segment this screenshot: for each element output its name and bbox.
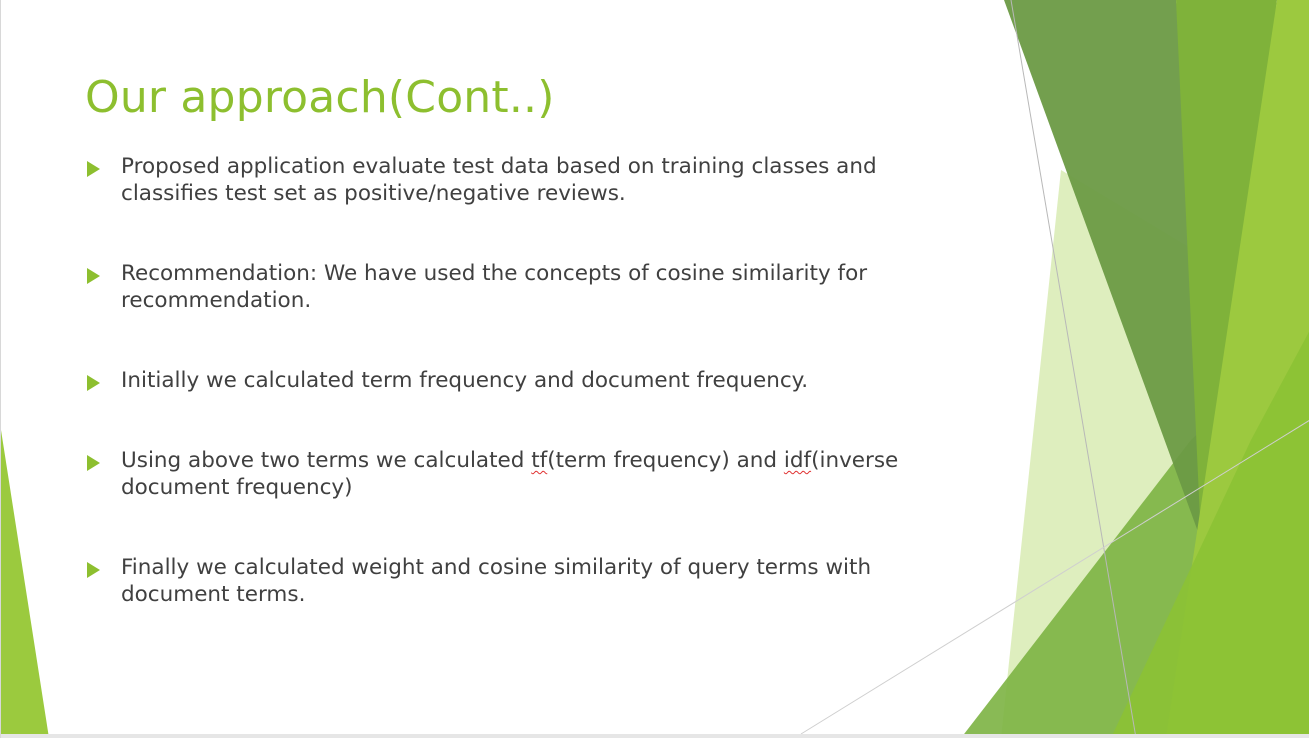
triangle-bullet-icon [87, 562, 100, 578]
triangle-bullet-icon [87, 268, 100, 284]
bullet-text: Proposed application evaluate test data … [121, 154, 877, 206]
bullet-text: Recommendation: We have used the concept… [121, 261, 868, 313]
list-item: Finally we calculated weight and cosine … [85, 555, 945, 608]
bullet-text: Finally we calculated weight and cosine … [121, 555, 872, 607]
bottom-edge [1, 734, 1309, 738]
spellcheck-word: idf [783, 448, 812, 473]
triangle-bullet-icon [87, 455, 100, 471]
slide: Our approach(Cont..) Proposed applicatio… [0, 0, 1309, 738]
list-item: Initially we calculated term frequency a… [85, 368, 945, 395]
bullet-text: Using above two terms we calculated tf(t… [121, 448, 945, 501]
triangle-bullet-icon [87, 161, 100, 177]
list-item: Recommendation: We have used the concept… [85, 261, 945, 314]
bullet-text: Initially we calculated term frequency a… [121, 368, 809, 393]
triangle-bullet-icon [87, 375, 100, 391]
list-item: Using above two terms we calculated tf(t… [85, 448, 945, 501]
left-green-sliver [1, 430, 49, 738]
slide-title: Our approach(Cont..) [85, 72, 555, 123]
spellcheck-word: tf [531, 448, 548, 473]
text-segment: Using above two terms we calculated [121, 448, 532, 473]
list-item: Proposed application evaluate test data … [85, 154, 945, 207]
text-segment: (term frequency) and [547, 448, 784, 473]
